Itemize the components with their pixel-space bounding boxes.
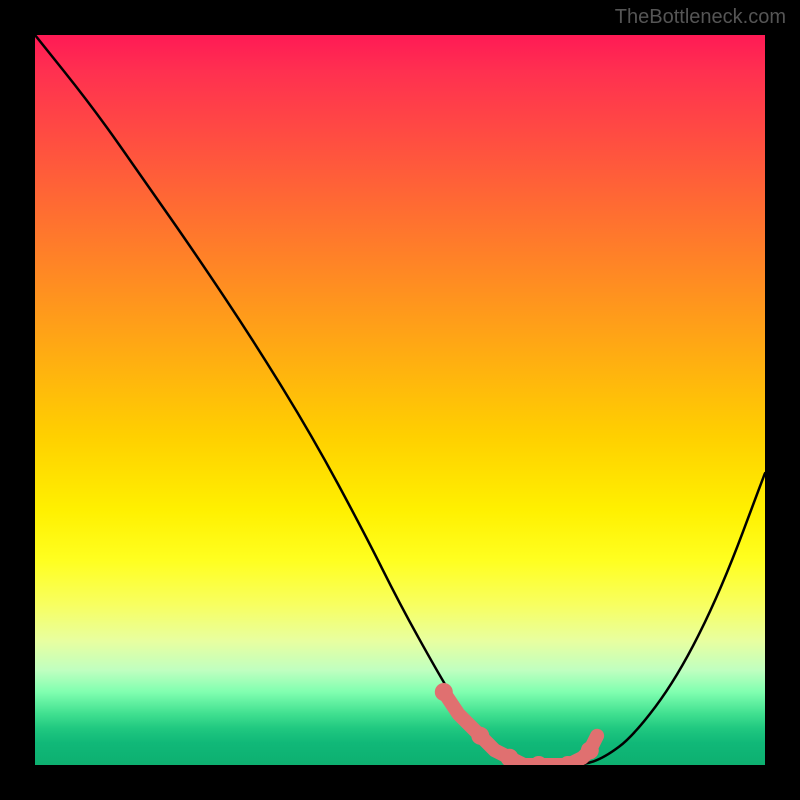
- optimal-range-stroke: [444, 692, 597, 765]
- optimal-range-dot: [530, 756, 548, 765]
- optimal-range-dot: [435, 683, 453, 701]
- bottleneck-chart: [35, 35, 765, 765]
- bottleneck-curve-path: [35, 35, 765, 765]
- optimal-range-dot: [471, 727, 489, 745]
- optimal-range-markers: [435, 683, 599, 765]
- optimal-range-dot: [581, 741, 599, 759]
- watermark-text: TheBottleneck.com: [615, 6, 786, 29]
